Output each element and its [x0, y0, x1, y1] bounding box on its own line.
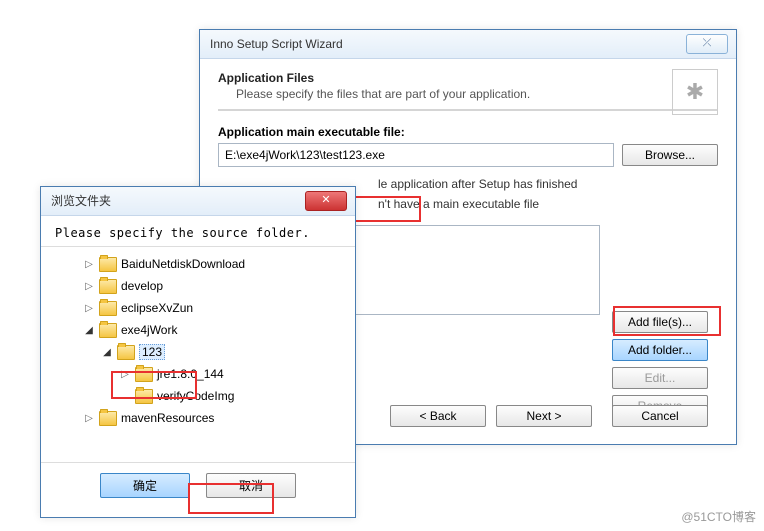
tree-node[interactable]: ▷ mavenResources: [55, 407, 341, 429]
add-folder-button[interactable]: Add folder...: [612, 339, 708, 361]
folder-label: 123: [139, 344, 165, 360]
expand-icon[interactable]: ▷: [83, 281, 95, 292]
page-icon: ✱: [672, 69, 718, 115]
browse-buttons: 确定 取消: [41, 463, 355, 508]
folder-icon: [99, 257, 117, 272]
tree-node[interactable]: ◢ exe4jWork: [55, 319, 341, 341]
folder-label: mavenResources: [121, 411, 214, 425]
tree-node[interactable]: ▷ jre1.8.0_144: [55, 363, 341, 385]
back-button[interactable]: < Back: [390, 405, 486, 427]
tree-node[interactable]: ▷ eclipseXvZun: [55, 297, 341, 319]
close-icon[interactable]: ⤫: [686, 34, 728, 54]
tree-node[interactable]: ▷ BaiduNetdiskDownload: [55, 253, 341, 275]
folder-label: develop: [121, 279, 163, 293]
folder-label: eclipseXvZun: [121, 301, 193, 315]
expand-icon[interactable]: ▷: [83, 303, 95, 314]
ok-button[interactable]: 确定: [100, 473, 190, 498]
browse-button[interactable]: Browse...: [622, 144, 718, 166]
folder-icon: [135, 367, 153, 382]
folder-label: jre1.8.0_144: [157, 367, 224, 381]
browse-cancel-button[interactable]: 取消: [206, 473, 296, 498]
wizard-header: Application Files Please specify the fil…: [218, 71, 718, 111]
folder-label: exe4jWork: [121, 323, 177, 337]
files-buttons: Add file(s)... Add folder... Edit... Rem…: [612, 311, 708, 417]
browse-titlebar: 浏览文件夹 ✕: [41, 187, 355, 216]
next-button[interactable]: Next >: [496, 405, 592, 427]
folder-icon: [117, 345, 135, 360]
edit-button: Edit...: [612, 367, 708, 389]
browse-folder-dialog: 浏览文件夹 ✕ Please specify the source folder…: [40, 186, 356, 518]
main-exe-label: Application main executable file:: [218, 125, 718, 139]
cancel-button[interactable]: Cancel: [612, 405, 708, 427]
tree-node[interactable]: ▷ develop: [55, 275, 341, 297]
main-exe-input[interactable]: E:\exe4jWork\123\test123.exe: [218, 143, 614, 167]
browse-message: Please specify the source folder.: [41, 216, 355, 246]
folder-icon: [99, 301, 117, 316]
expand-icon[interactable]: ▷: [83, 259, 95, 270]
header-title: Application Files: [218, 71, 718, 85]
header-subtitle: Please specify the files that are part o…: [218, 87, 718, 101]
expand-icon[interactable]: ◢: [101, 347, 113, 358]
wizard-titlebar: Inno Setup Script Wizard ⤫: [200, 30, 736, 59]
folder-icon: [99, 323, 117, 338]
browse-title: 浏览文件夹: [51, 194, 111, 208]
add-files-button[interactable]: Add file(s)...: [612, 311, 708, 333]
wizard-nav: < Back Next > Cancel: [390, 405, 708, 427]
close-icon[interactable]: ✕: [305, 191, 347, 211]
expand-icon[interactable]: ▷: [119, 369, 131, 380]
watermark: @51CTO博客: [681, 508, 756, 525]
tree-node[interactable]: ◢ 123: [55, 341, 341, 363]
wizard-title: Inno Setup Script Wizard: [210, 37, 343, 51]
folder-label: verifyCodeImg: [157, 389, 234, 403]
folder-icon: [99, 279, 117, 294]
tree-node[interactable]: verifyCodeImg: [55, 385, 341, 407]
folder-icon: [99, 411, 117, 426]
folder-label: BaiduNetdiskDownload: [121, 257, 245, 271]
folder-icon: [135, 389, 153, 404]
expand-icon[interactable]: ◢: [83, 325, 95, 336]
expand-icon[interactable]: ▷: [83, 413, 95, 424]
folder-tree[interactable]: ▷ BaiduNetdiskDownload ▷ develop ▷ eclipseXvZ…: [41, 246, 355, 463]
